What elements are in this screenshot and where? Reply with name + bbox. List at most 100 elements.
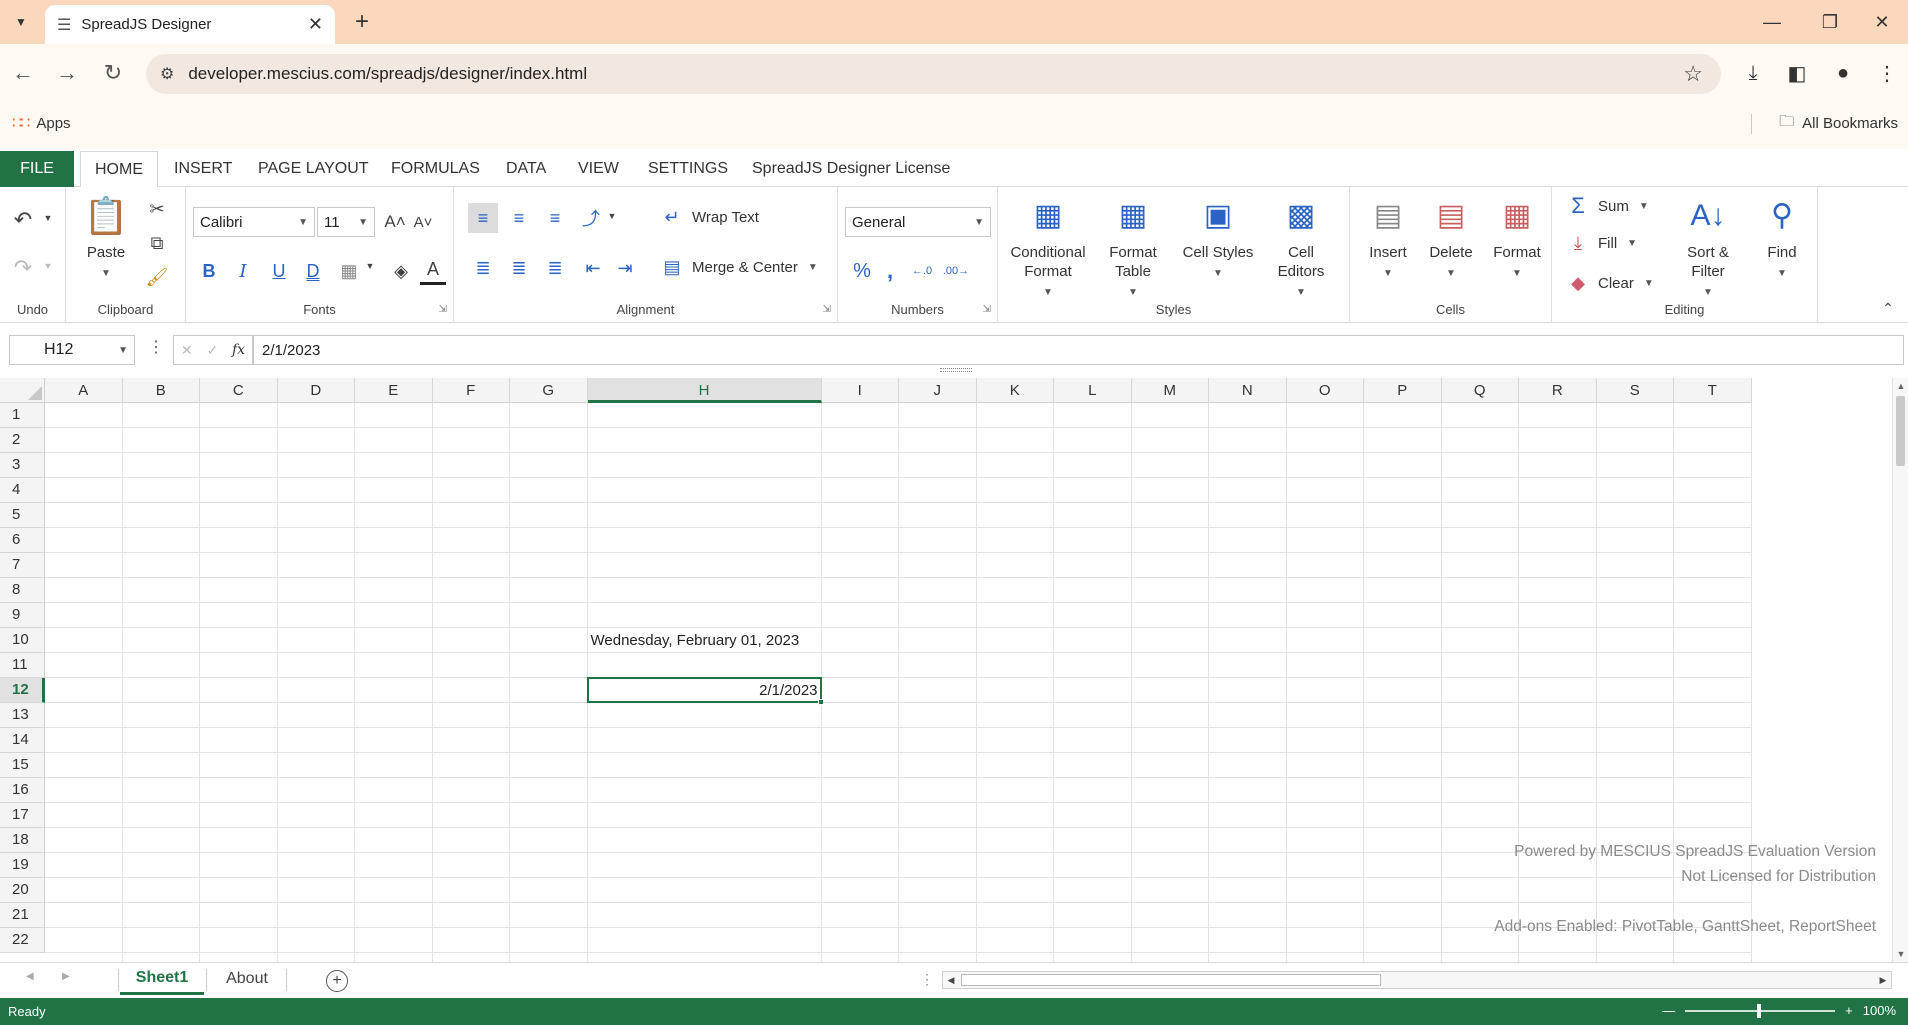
clear-button[interactable]: ◆ Clear ▼ — [1566, 273, 1654, 294]
fonts-launcher-icon[interactable]: ⇲ — [439, 304, 447, 315]
column-header[interactable]: T — [1674, 378, 1752, 403]
orientation-icon[interactable]: ⤴ — [576, 203, 606, 233]
wrap-text-button[interactable]: ↵ Wrap Text — [660, 207, 759, 228]
row-header[interactable]: 2 — [0, 428, 45, 453]
zoom-level[interactable]: 100% — [1863, 1003, 1896, 1018]
cancel-formula-icon[interactable]: ✕ — [181, 342, 193, 359]
url-text[interactable]: developer.mescius.com/spreadjs/designer/… — [188, 64, 1683, 84]
collapse-ribbon-icon[interactable]: ⌃ — [1878, 299, 1898, 317]
font-size-select[interactable]: 11 ▼ — [317, 207, 375, 237]
double-underline-icon[interactable]: D — [300, 257, 326, 285]
row-header[interactable]: 1 — [0, 403, 45, 428]
percent-icon[interactable]: % — [848, 257, 876, 285]
site-info-icon[interactable]: ⚙ — [160, 64, 174, 84]
find-button[interactable]: ⚲ Find ▼ — [1754, 193, 1810, 283]
fill-color-icon[interactable]: ◈ — [388, 257, 414, 285]
formula-bar-resize-handle[interactable] — [940, 368, 972, 372]
redo-icon[interactable]: ↷ — [8, 253, 38, 283]
italic-icon[interactable]: I — [230, 257, 256, 285]
undo-icon[interactable]: ↶ — [8, 205, 38, 235]
column-header[interactable]: Q — [1441, 378, 1519, 403]
zoom-out-icon[interactable]: — — [1662, 1003, 1675, 1018]
column-header[interactable]: R — [1519, 378, 1597, 403]
decrease-font-icon[interactable]: A˅ — [410, 209, 436, 235]
row-header[interactable]: 15 — [0, 753, 45, 778]
address-bar[interactable]: ⚙ developer.mescius.com/spreadjs/designe… — [146, 54, 1721, 94]
row-header[interactable]: 13 — [0, 703, 45, 728]
formula-input[interactable]: 2/1/2023 — [253, 335, 1904, 365]
format-cells-button[interactable]: ▦ Format ▼ — [1486, 193, 1548, 283]
row-header[interactable]: 7 — [0, 553, 45, 578]
row-header[interactable]: 6 — [0, 528, 45, 553]
bookmark-star-icon[interactable]: ☆ — [1683, 61, 1703, 87]
side-panel-icon[interactable]: ◧ — [1780, 56, 1814, 90]
tab-formulas[interactable]: FORMULAS — [377, 151, 494, 187]
apps-bookmark[interactable]: ∷∷ Apps — [12, 113, 71, 133]
confirm-formula-icon[interactable]: ✓ — [206, 342, 218, 359]
prev-sheet-icon[interactable]: ◀ — [26, 971, 34, 982]
column-header[interactable]: C — [200, 378, 278, 403]
format-painter-icon[interactable]: 🖌 — [142, 263, 172, 291]
zoom-slider[interactable] — [1685, 1003, 1836, 1018]
sheet-tab-sheet1[interactable]: Sheet1 — [120, 963, 204, 995]
comma-icon[interactable]: , — [880, 257, 900, 285]
tab-settings[interactable]: SETTINGS — [634, 151, 742, 187]
browser-tab[interactable]: ☰ SpreadJS Designer ✕ — [45, 5, 335, 44]
select-all-corner[interactable] — [0, 378, 45, 403]
row-header[interactable]: 14 — [0, 728, 45, 753]
undo-dropdown-icon[interactable]: ▼ — [42, 213, 54, 223]
cell-editors-button[interactable]: ▩ Cell Editors ▼ — [1270, 193, 1332, 302]
row-header[interactable]: 21 — [0, 903, 45, 928]
minimize-icon[interactable]: — — [1752, 8, 1792, 36]
increase-decimal-icon[interactable]: ←.0 — [906, 257, 938, 285]
tab-page-layout[interactable]: PAGE LAYOUT — [244, 151, 383, 187]
next-sheet-icon[interactable]: ▶ — [62, 971, 70, 982]
column-header[interactable]: O — [1286, 378, 1364, 403]
row-header[interactable]: 22 — [0, 928, 45, 953]
tab-home[interactable]: HOME — [80, 151, 158, 188]
tab-search-chevron-icon[interactable]: ▼ — [8, 9, 34, 35]
align-left-icon[interactable]: ≣ — [468, 253, 498, 283]
align-middle-icon[interactable]: ≡ — [504, 203, 534, 233]
font-name-select[interactable]: Calibri ▼ — [193, 207, 315, 237]
column-header[interactable]: K — [976, 378, 1054, 403]
restore-icon[interactable]: ❐ — [1810, 8, 1850, 36]
bold-icon[interactable]: B — [196, 257, 222, 285]
column-header[interactable]: L — [1054, 378, 1132, 403]
scroll-up-icon[interactable]: ▲ — [1893, 378, 1908, 394]
redo-dropdown-icon[interactable]: ▼ — [42, 261, 54, 271]
zoom-in-icon[interactable]: + — [1845, 1003, 1853, 1018]
row-header[interactable]: 17 — [0, 803, 45, 828]
sheet-tab-about[interactable]: About — [208, 963, 286, 995]
insert-cells-button[interactable]: ▤ Insert ▼ — [1360, 193, 1416, 283]
download-icon[interactable]: ⤓ — [1736, 56, 1770, 90]
horizontal-scroll-thumb[interactable] — [961, 974, 1381, 986]
column-header[interactable]: J — [899, 378, 977, 403]
row-header[interactable]: 10 — [0, 628, 45, 653]
tab-file[interactable]: FILE — [0, 151, 74, 187]
column-header[interactable]: S — [1596, 378, 1674, 403]
sum-button[interactable]: Σ Sum ▼ — [1566, 193, 1649, 219]
tab-view[interactable]: VIEW — [564, 151, 633, 187]
zoom-slider-knob[interactable] — [1757, 1003, 1762, 1018]
copy-icon[interactable]: ⧉ — [142, 229, 172, 257]
all-bookmarks[interactable]: 🗀 All Bookmarks — [1779, 111, 1898, 136]
column-header[interactable]: E — [355, 378, 433, 403]
paste-button[interactable]: 📋 Paste ▼ — [78, 193, 134, 283]
column-header[interactable]: D — [277, 378, 355, 403]
row-header[interactable]: 16 — [0, 778, 45, 803]
row-header[interactable]: 5 — [0, 503, 45, 528]
align-right-icon[interactable]: ≣ — [540, 253, 570, 283]
hscroll-splitter-icon[interactable]: ⋮ — [920, 971, 934, 988]
scroll-right-icon[interactable]: ▶ — [1875, 972, 1891, 988]
column-header[interactable]: P — [1364, 378, 1442, 403]
decrease-decimal-icon[interactable]: .00→ — [940, 257, 972, 285]
conditional-format-button[interactable]: ▦ Conditional Format ▼ — [1000, 193, 1096, 302]
fill-handle[interactable] — [817, 699, 824, 705]
borders-icon[interactable]: ▦ — [336, 257, 362, 285]
name-box[interactable]: H12 ▼ — [9, 335, 135, 365]
horizontal-scrollbar[interactable]: ◀ ▶ — [942, 971, 1892, 989]
column-header[interactable]: A — [45, 378, 123, 403]
numbers-launcher-icon[interactable]: ⇲ — [983, 304, 991, 315]
merge-center-button[interactable]: ▤ Merge & Center ▼ — [660, 257, 817, 278]
